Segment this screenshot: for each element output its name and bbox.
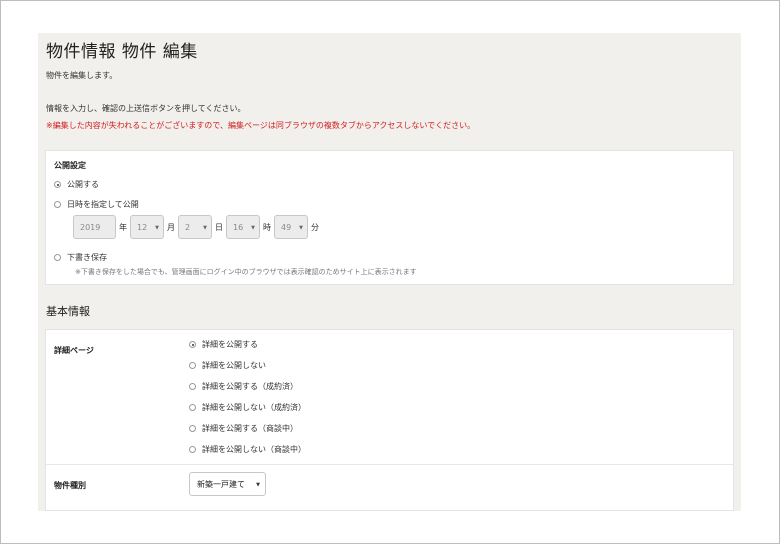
day-unit: 日: [215, 222, 223, 232]
chevron-down-icon: ▼: [256, 482, 260, 488]
month-select[interactable]: 12 ▼: [130, 215, 164, 239]
publish-scheduled-option[interactable]: 日時を指定して公開: [54, 199, 139, 210]
minute-select[interactable]: 49 ▼: [274, 215, 308, 239]
detail-page-label: 詳細ページ: [54, 346, 94, 355]
row-divider: [46, 464, 733, 465]
edit-panel: 物件情報 物件 編集 物件を編集します。 情報を入力し、確認の上送信ボタンを押し…: [38, 33, 741, 511]
publish-settings-card: 公開設定 公開する 日時を指定して公開 2019 年 12 ▼ 月 2 ▼ 日 …: [45, 150, 734, 285]
hour-select[interactable]: 16 ▼: [226, 215, 260, 239]
draft-save-label: 下書き保存: [67, 253, 107, 262]
schedule-datetime-row: 2019 年 12 ▼ 月 2 ▼ 日 16 ▼ 時 49 ▼ 分: [73, 215, 322, 239]
detail-option-radio[interactable]: [189, 383, 196, 390]
detail-option-public[interactable]: 詳細を公開する: [189, 339, 258, 350]
minute-unit: 分: [311, 222, 319, 232]
hour-value: 16: [233, 222, 244, 232]
detail-option-label: 詳細を公開しない（成約済）: [202, 403, 306, 412]
day-select[interactable]: 2 ▼: [178, 215, 212, 239]
detail-option-radio[interactable]: [189, 404, 196, 411]
detail-option-label: 詳細を公開しない（商談中）: [202, 445, 306, 454]
detail-option-private[interactable]: 詳細を公開しない: [189, 360, 266, 371]
property-type-label: 物件種別: [54, 481, 86, 490]
detail-option-public-contracted[interactable]: 詳細を公開する（成約済）: [189, 381, 298, 392]
minute-value: 49: [281, 222, 292, 232]
draft-save-radio[interactable]: [54, 254, 61, 261]
publish-settings-title: 公開設定: [54, 161, 86, 170]
publish-now-label: 公開する: [67, 180, 99, 189]
chevron-down-icon: ▼: [299, 225, 303, 231]
detail-option-radio[interactable]: [189, 362, 196, 369]
basic-info-title: 基本情報: [46, 305, 90, 318]
detail-option-label: 詳細を公開する: [202, 340, 258, 349]
detail-option-private-contracted[interactable]: 詳細を公開しない（成約済）: [189, 402, 306, 413]
draft-note: ※下書き保存をした場合でも、管理画面にログイン中のブラウザでは表示確認のためサイ…: [75, 268, 417, 276]
day-value: 2: [185, 222, 191, 232]
month-unit: 月: [167, 222, 175, 232]
year-input[interactable]: 2019: [73, 215, 116, 239]
draft-save-option[interactable]: 下書き保存: [54, 252, 107, 263]
detail-option-public-negotiating[interactable]: 詳細を公開する（商談中）: [189, 423, 298, 434]
publish-scheduled-label: 日時を指定して公開: [67, 200, 139, 209]
page-title: 物件情報 物件 編集: [46, 42, 198, 62]
chevron-down-icon: ▼: [251, 225, 255, 231]
detail-option-label: 詳細を公開する（成約済）: [202, 382, 298, 391]
publish-now-option[interactable]: 公開する: [54, 179, 99, 190]
month-value: 12: [137, 222, 148, 232]
detail-option-label: 詳細を公開しない: [202, 361, 266, 370]
page-subtitle: 物件を編集します。: [46, 71, 118, 80]
publish-scheduled-radio[interactable]: [54, 201, 61, 208]
instruction-text: 情報を入力し、確認の上送信ボタンを押してください。: [46, 104, 246, 113]
detail-option-label: 詳細を公開する（商談中）: [202, 424, 298, 433]
basic-info-card: 詳細ページ 詳細を公開する 詳細を公開しない 詳細を公開する（成約済） 詳細を公…: [45, 329, 734, 511]
hour-unit: 時: [263, 222, 271, 232]
detail-option-radio[interactable]: [189, 425, 196, 432]
year-unit: 年: [119, 222, 127, 232]
publish-now-radio[interactable]: [54, 181, 61, 188]
chevron-down-icon: ▼: [155, 225, 159, 231]
warning-text: ※編集した内容が失われることがございますので、編集ページは同ブラウザの複数タブか…: [46, 121, 476, 130]
detail-option-radio[interactable]: [189, 446, 196, 453]
property-type-value: 新築一戸建て: [197, 479, 245, 489]
property-type-select[interactable]: 新築一戸建て ▼: [189, 472, 266, 496]
chevron-down-icon: ▼: [203, 225, 207, 231]
detail-option-private-negotiating[interactable]: 詳細を公開しない（商談中）: [189, 444, 306, 455]
detail-option-radio[interactable]: [189, 341, 196, 348]
